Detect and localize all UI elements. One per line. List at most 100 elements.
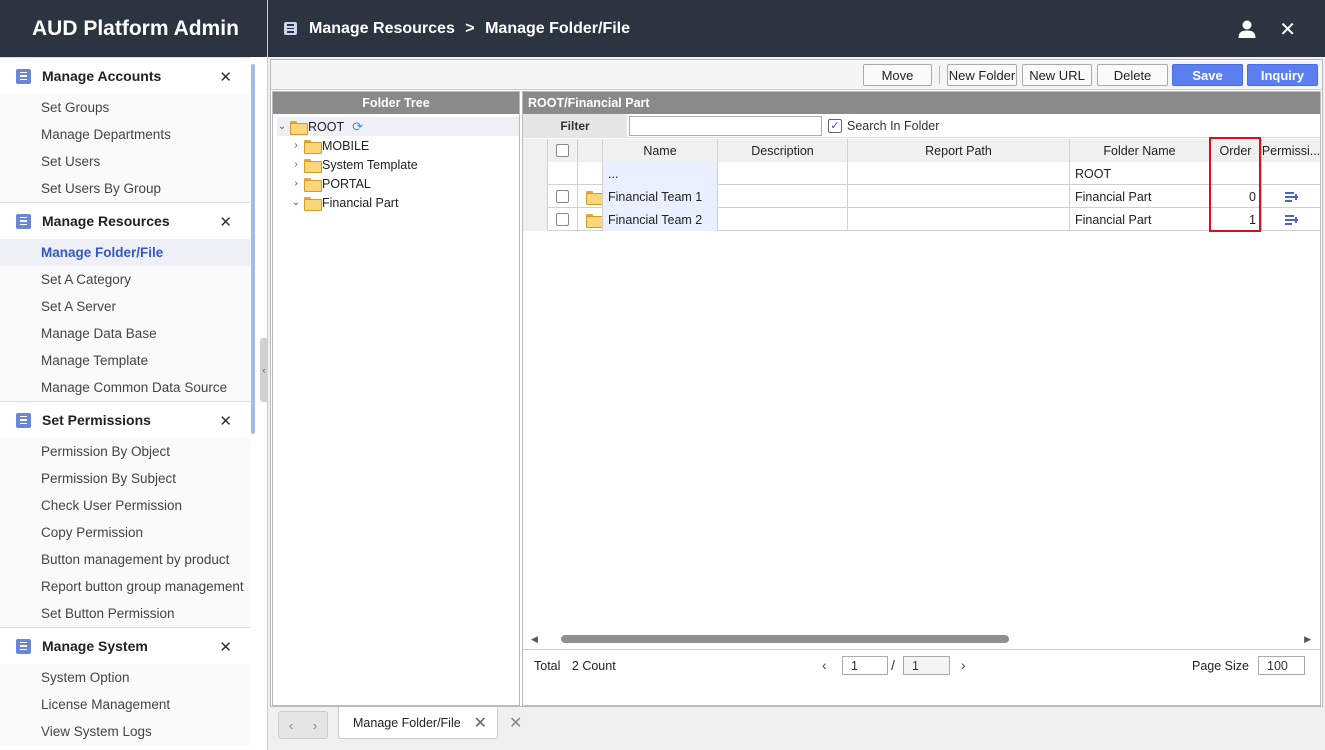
tab-manage-folder-file[interactable]: Manage Folder/File ✕	[338, 707, 498, 739]
sidebar-item-manage-data-base[interactable]: Manage Data Base	[0, 320, 250, 347]
current-path: ROOT/Financial Part	[523, 92, 1320, 114]
name-cell[interactable]: Financial Team 1	[603, 185, 718, 208]
filter-input[interactable]	[629, 116, 822, 136]
description-cell[interactable]	[718, 208, 848, 231]
folder-icon	[586, 190, 602, 205]
scroll-track[interactable]	[545, 635, 1297, 643]
column-header-permission[interactable]: Permissi...	[1262, 139, 1320, 162]
collapse-group-icon[interactable]: ✕	[219, 213, 232, 231]
scroll-right-icon[interactable]: ▶	[1304, 634, 1311, 645]
collapse-group-icon[interactable]: ✕	[219, 638, 232, 656]
sidebar-item-permission-by-subject[interactable]: Permission By Subject	[0, 465, 250, 492]
row-checkbox[interactable]	[556, 213, 569, 226]
breadcrumb-section: Manage Resources	[309, 19, 455, 37]
user-icon[interactable]	[1237, 19, 1257, 39]
tab-prev-icon[interactable]: ‹	[289, 718, 293, 733]
close-tab-icon[interactable]: ✕	[474, 713, 487, 733]
sidebar-item-manage-template[interactable]: Manage Template	[0, 347, 250, 374]
report-path-cell	[848, 208, 1070, 231]
search-in-folder-checkbox[interactable]: ✓	[828, 119, 842, 133]
sidebar-item-license-management[interactable]: License Management	[0, 691, 250, 718]
next-page-icon[interactable]: ›	[961, 657, 966, 673]
sidebar-item-report-button-group[interactable]: Report button group management	[0, 573, 250, 600]
tab-next-icon[interactable]: ›	[313, 718, 317, 733]
page-list-icon	[284, 22, 297, 35]
sidebar-item-view-system-logs[interactable]: View System Logs	[0, 718, 250, 745]
sidebar-item-set-button-permission[interactable]: Set Button Permission	[0, 600, 250, 627]
sidebar-item-permission-by-object[interactable]: Permission By Object	[0, 438, 250, 465]
column-header-report-path[interactable]: Report Path	[848, 139, 1070, 162]
sidebar-item-system-option[interactable]: System Option	[0, 664, 250, 691]
column-header-description[interactable]: Description	[718, 139, 848, 162]
table-row[interactable]: Financial Team 1 Financial Part 0	[523, 185, 1320, 208]
permission-cell[interactable]	[1262, 185, 1320, 208]
page-size-input[interactable]: 100	[1258, 656, 1305, 675]
table-row[interactable]: ... ROOT	[523, 162, 1320, 185]
sidebar-item-button-management[interactable]: Button management by product	[0, 546, 250, 573]
page-header: Manage Resources > Manage Folder/File ✕	[268, 0, 1325, 57]
column-header-name[interactable]: Name	[603, 139, 718, 162]
scroll-thumb[interactable]	[561, 635, 1009, 643]
new-url-button[interactable]: New URL	[1022, 64, 1092, 86]
refresh-icon[interactable]: ⟳	[352, 119, 363, 135]
permission-settings-icon[interactable]	[1284, 214, 1298, 226]
sidebar-scrollbar[interactable]	[251, 64, 255, 434]
sidebar-group-header[interactable]: Set Permissions ✕	[0, 401, 250, 438]
name-cell[interactable]: Financial Team 2	[603, 208, 718, 231]
select-all-checkbox[interactable]	[556, 144, 569, 157]
move-button[interactable]: Move	[863, 64, 932, 86]
sidebar-group-header[interactable]: Manage Accounts ✕	[0, 57, 250, 94]
description-cell[interactable]	[718, 185, 848, 208]
sidebar-item-set-groups[interactable]: Set Groups	[0, 94, 250, 121]
tree-node-system-template[interactable]: › System Template	[291, 155, 418, 174]
chevron-right-icon[interactable]: ›	[291, 159, 301, 170]
sidebar-collapse-handle[interactable]: ‹	[260, 338, 268, 402]
sidebar-item-set-a-server[interactable]: Set A Server	[0, 293, 250, 320]
new-folder-button[interactable]: New Folder	[947, 64, 1017, 86]
prev-page-icon[interactable]: ‹	[822, 657, 827, 673]
tree-node-root[interactable]: ⌄ ROOT ⟳	[277, 117, 519, 136]
sidebar-group-header[interactable]: Manage System ✕	[0, 627, 250, 664]
sidebar-group-header[interactable]: Manage Resources ✕	[0, 202, 250, 239]
toolbar-divider	[939, 66, 940, 84]
select-all-checkbox-cell[interactable]	[548, 139, 578, 162]
permission-settings-icon[interactable]	[1284, 191, 1298, 203]
row-checkbox-cell[interactable]	[548, 185, 578, 208]
sidebar-item-manage-folder-file[interactable]: Manage Folder/File	[0, 239, 250, 266]
save-button[interactable]: Save	[1172, 64, 1243, 86]
chevron-down-icon[interactable]: ⌄	[291, 197, 301, 208]
sidebar-item-manage-departments[interactable]: Manage Departments	[0, 121, 250, 148]
sidebar-item-set-users[interactable]: Set Users	[0, 148, 250, 175]
name-cell[interactable]: ...	[603, 162, 718, 185]
main-panel: Move New Folder New URL Delete Save Inqu…	[270, 59, 1323, 707]
current-page-input[interactable]: 1	[842, 656, 888, 675]
sidebar-item-check-user-permission[interactable]: Check User Permission	[0, 492, 250, 519]
inquiry-button[interactable]: Inquiry	[1247, 64, 1318, 86]
folder-open-icon	[290, 120, 308, 135]
collapse-group-icon[interactable]: ✕	[219, 68, 232, 86]
row-checkbox-cell	[548, 162, 578, 185]
sidebar-item-set-users-by-group[interactable]: Set Users By Group	[0, 175, 250, 202]
chevron-down-icon[interactable]: ⌄	[277, 121, 287, 132]
chevron-right-icon[interactable]: ›	[291, 178, 301, 189]
folder-name-cell: Financial Part	[1070, 208, 1210, 231]
collapse-group-icon[interactable]: ✕	[219, 412, 232, 430]
close-icon[interactable]: ✕	[1279, 17, 1296, 42]
delete-button[interactable]: Delete	[1097, 64, 1168, 86]
tree-node-portal[interactable]: › PORTAL	[291, 174, 371, 193]
column-header-folder-name[interactable]: Folder Name	[1070, 139, 1210, 162]
table-row[interactable]: Financial Team 2 Financial Part 1	[523, 208, 1320, 231]
menu-list-icon	[16, 412, 31, 428]
sidebar-item-set-a-category[interactable]: Set A Category	[0, 266, 250, 293]
row-checkbox[interactable]	[556, 190, 569, 203]
tree-node-financial-part[interactable]: ⌄ Financial Part	[291, 193, 398, 212]
sidebar-item-copy-permission[interactable]: Copy Permission	[0, 519, 250, 546]
tree-node-mobile[interactable]: › MOBILE	[291, 136, 369, 155]
permission-cell[interactable]	[1262, 208, 1320, 231]
scroll-left-icon[interactable]: ◀	[531, 634, 538, 645]
row-checkbox-cell[interactable]	[548, 208, 578, 231]
sidebar-item-manage-common-data-source[interactable]: Manage Common Data Source	[0, 374, 250, 401]
horizontal-scrollbar[interactable]: ◀ ▶	[531, 634, 1311, 645]
chevron-right-icon[interactable]: ›	[291, 140, 301, 151]
close-all-tabs-icon[interactable]: ✕	[509, 713, 522, 733]
